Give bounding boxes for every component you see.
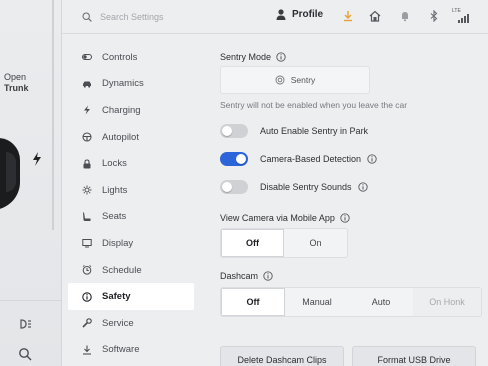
car-silhouette <box>0 138 20 210</box>
info-circle-icon <box>82 291 92 302</box>
sentry-note: Sentry will not be enabled when you leav… <box>220 100 408 110</box>
view-camera-selector: Off On <box>220 228 348 258</box>
camera-detection-row: Camera-Based Detection <box>220 150 377 168</box>
camera-detection-toggle[interactable] <box>220 152 248 166</box>
charge-bolt-icon[interactable] <box>32 152 42 166</box>
info-icon[interactable] <box>263 271 273 281</box>
car-icon <box>83 81 91 88</box>
info-icon[interactable] <box>276 52 286 62</box>
download-icon <box>83 345 91 355</box>
display-icon <box>82 239 92 248</box>
open-trunk-line1: Open <box>4 72 27 82</box>
car-panel-bottom <box>0 300 62 366</box>
delete-dashcam-clips-button[interactable]: Delete Dashcam Clips <box>220 346 344 366</box>
settings-menu: Controls Dynamics Charging Autopilot Loc… <box>62 44 202 363</box>
sentry-mode-heading: Sentry Mode <box>220 52 286 62</box>
toggle-label: Auto Enable Sentry in Park <box>260 126 369 136</box>
top-bar: Profile LTE <box>62 0 488 34</box>
menu-label: Locks <box>102 158 127 170</box>
menu-item-dynamics[interactable]: Dynamics <box>62 71 202 98</box>
auto-enable-sentry-row: Auto Enable Sentry in Park <box>220 122 368 140</box>
menu-label: Lights <box>102 184 128 196</box>
menu-label: Autopilot <box>102 131 139 143</box>
menu-label: Schedule <box>102 264 142 276</box>
toggle-label: Disable Sentry Sounds <box>260 182 352 192</box>
menu-item-service[interactable]: Service <box>62 310 202 337</box>
menu-item-display[interactable]: Display <box>62 230 202 257</box>
sentry-mode-title: Sentry Mode <box>220 52 272 62</box>
steering-wheel-icon <box>82 132 92 142</box>
view-camera-heading: View Camera via Mobile App <box>220 213 350 223</box>
headlight-icon[interactable] <box>18 317 32 331</box>
dashcam-heading: Dashcam <box>220 271 273 281</box>
menu-item-locks[interactable]: Locks <box>62 150 202 177</box>
bluetooth-icon[interactable] <box>428 10 440 22</box>
dashcam-option-off[interactable]: Off <box>221 288 285 316</box>
menu-item-autopilot[interactable]: Autopilot <box>62 124 202 151</box>
profile-label: Profile <box>292 9 324 20</box>
view-camera-option-off[interactable]: Off <box>221 229 284 257</box>
sun-icon <box>82 185 92 195</box>
menu-label: Service <box>102 317 134 329</box>
menu-label: Dynamics <box>102 78 144 90</box>
view-camera-title: View Camera via Mobile App <box>220 213 335 223</box>
menu-item-safety[interactable]: Safety <box>68 283 194 310</box>
seat-icon <box>83 212 91 221</box>
home-icon[interactable] <box>369 10 381 22</box>
menu-label: Seats <box>102 211 127 223</box>
dashcam-option-on-honk: On Honk <box>413 288 481 316</box>
profile-button[interactable]: Profile <box>276 9 323 20</box>
toggle-label: Camera-Based Detection <box>260 154 362 164</box>
menu-label: Display <box>102 237 134 249</box>
menu-item-controls[interactable]: Controls <box>62 44 202 71</box>
menu-label: Safety <box>102 291 131 303</box>
menu-item-charging[interactable]: Charging <box>62 97 202 124</box>
person-icon <box>276 9 286 20</box>
format-usb-drive-button[interactable]: Format USB Drive <box>352 346 476 366</box>
panel-scrollbar[interactable] <box>52 0 54 230</box>
dashcam-title: Dashcam <box>220 271 259 281</box>
lte-signal-icon: LTE <box>452 8 478 24</box>
bolt-icon <box>84 105 90 115</box>
open-trunk-button[interactable]: Open Trunk <box>4 72 29 94</box>
toggle-icon <box>82 54 92 61</box>
menu-item-schedule[interactable]: Schedule <box>62 257 202 284</box>
search-input[interactable] <box>100 12 210 22</box>
dashcam-option-auto[interactable]: Auto <box>349 288 413 316</box>
lock-icon <box>83 159 91 169</box>
download-icon[interactable] <box>342 10 354 22</box>
info-icon[interactable] <box>357 182 368 192</box>
sentry-eye-icon <box>275 75 285 85</box>
disable-sentry-sounds-row: Disable Sentry Sounds <box>220 178 368 196</box>
dashcam-option-manual[interactable]: Manual <box>285 288 349 316</box>
dashcam-selector: Off Manual Auto On Honk <box>220 287 482 317</box>
search-icon <box>82 12 92 22</box>
menu-label: Software <box>102 344 140 356</box>
wrench-icon <box>82 318 92 328</box>
info-icon[interactable] <box>340 213 350 223</box>
clock-icon <box>82 265 92 275</box>
menu-label: Charging <box>102 104 141 116</box>
menu-item-lights[interactable]: Lights <box>62 177 202 204</box>
view-camera-option-on[interactable]: On <box>284 229 347 257</box>
search-bar[interactable] <box>82 8 222 26</box>
bell-icon[interactable] <box>399 10 411 22</box>
menu-item-seats[interactable]: Seats <box>62 204 202 231</box>
info-icon[interactable] <box>367 154 377 164</box>
sentry-button[interactable]: Sentry <box>220 66 370 94</box>
menu-item-software[interactable]: Software <box>62 337 202 364</box>
car-visual-panel: Open Trunk <box>0 0 62 366</box>
sentry-button-label: Sentry <box>290 75 316 85</box>
status-icons: LTE <box>340 8 480 24</box>
search-icon[interactable] <box>18 347 32 361</box>
open-trunk-line2: Trunk <box>4 83 29 93</box>
disable-sentry-sounds-toggle[interactable] <box>220 180 248 194</box>
menu-label: Controls <box>102 51 138 63</box>
auto-enable-sentry-toggle[interactable] <box>220 124 248 138</box>
